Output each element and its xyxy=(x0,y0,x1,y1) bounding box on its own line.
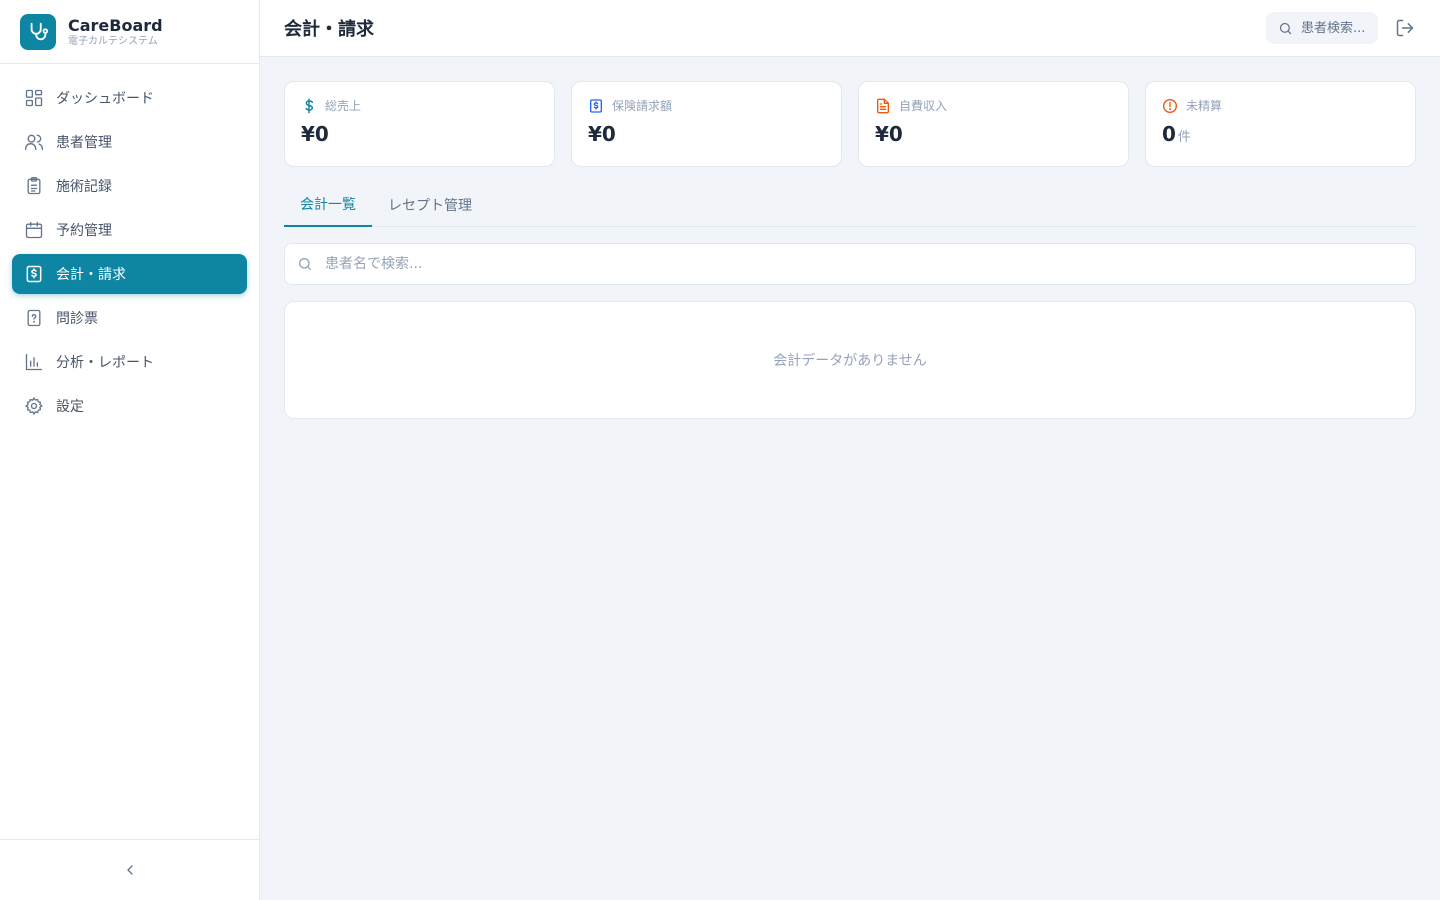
stat-label: 未精算 xyxy=(1186,99,1223,113)
sidebar-item-dashboard[interactable]: ダッシュボード xyxy=(12,78,247,118)
stethoscope-icon xyxy=(20,13,56,50)
logout-button[interactable] xyxy=(1394,17,1416,39)
stat-value: ¥0 xyxy=(875,122,903,146)
page-title: 会計・請求 xyxy=(284,19,374,40)
sidebar-nav: ダッシュボード 患者管理 施術記録 予約管理 会計・請求 問診票 分析・レポート… xyxy=(0,64,259,426)
sidebar-item-label: 予約管理 xyxy=(56,223,112,239)
header-search[interactable] xyxy=(1266,12,1378,44)
stats-cards: 総売上 ¥0 保険請求額 ¥0 自費収入 ¥0 未精算 0 件 xyxy=(284,81,1416,167)
top-header: 会計・請求 xyxy=(260,0,1440,57)
users-icon xyxy=(25,134,43,151)
stat-card-insurance-claims: 保険請求額 ¥0 xyxy=(571,81,842,167)
sidebar-item-analytics[interactable]: 分析・レポート xyxy=(12,342,247,382)
sidebar: CareBoard 電子カルテシステム ダッシュボード 患者管理 施術記録 予約… xyxy=(0,0,260,900)
sidebar-item-patients[interactable]: 患者管理 xyxy=(12,122,247,162)
stat-label: 総売上 xyxy=(325,99,362,113)
dashboard-icon xyxy=(25,89,43,107)
stat-card-total-sales: 総売上 ¥0 xyxy=(284,81,555,167)
chevron-left-icon xyxy=(126,865,133,875)
stat-label: 自費収入 xyxy=(899,99,948,113)
sidebar-item-label: ダッシュボード xyxy=(56,91,154,107)
sidebar-item-questionnaire[interactable]: 問診票 xyxy=(12,298,247,338)
stat-value: ¥0 xyxy=(588,122,616,146)
header-search-input[interactable] xyxy=(1301,20,1373,36)
sidebar-item-label: 施術記録 xyxy=(56,179,112,195)
sidebar-item-label: 会計・請求 xyxy=(56,267,126,283)
sidebar-item-appointments[interactable]: 予約管理 xyxy=(12,210,247,250)
alert-circle-icon xyxy=(1163,98,1177,113)
brand-subtitle: 電子カルテシステム xyxy=(68,35,158,47)
sidebar-item-settings[interactable]: 設定 xyxy=(12,386,247,426)
stat-card-unsettled: 未精算 0件 xyxy=(1145,81,1416,167)
sidebar-item-records[interactable]: 施術記録 xyxy=(12,166,247,206)
patient-search[interactable] xyxy=(284,243,1416,285)
brand-name: CareBoard xyxy=(68,15,163,35)
billing-list-panel: 会計データがありません xyxy=(284,301,1416,419)
sidebar-item-label: 患者管理 xyxy=(56,135,112,151)
billing-tabs: 会計一覧 レセプト管理 xyxy=(284,183,1416,227)
tab-receipt-management[interactable]: レセプト管理 xyxy=(372,183,488,227)
receipt-icon xyxy=(590,98,602,113)
receipt-dollar-icon xyxy=(26,265,42,283)
sidebar-item-billing[interactable]: 会計・請求 xyxy=(12,254,247,294)
dollar-icon xyxy=(305,98,314,113)
patient-search-input[interactable] xyxy=(325,256,1415,272)
stat-card-self-pay: 自費収入 ¥0 xyxy=(858,81,1129,167)
sidebar-collapse-button[interactable] xyxy=(0,839,259,900)
sidebar-item-label: 問診票 xyxy=(56,311,98,327)
calendar-icon xyxy=(25,221,43,239)
bar-chart-icon xyxy=(25,353,43,371)
stat-unit: 件 xyxy=(1177,130,1191,145)
stat-value: ¥0 xyxy=(301,122,329,146)
stat-value: 0 xyxy=(1162,122,1176,146)
document-icon xyxy=(877,98,889,113)
empty-state-message: 会計データがありません xyxy=(773,353,927,369)
search-icon xyxy=(1279,22,1292,34)
sidebar-item-label: 設定 xyxy=(56,399,84,415)
brand: CareBoard 電子カルテシステム xyxy=(0,0,259,64)
question-file-icon xyxy=(27,309,41,327)
sidebar-item-label: 分析・レポート xyxy=(56,355,154,371)
logout-icon xyxy=(1396,19,1414,37)
gear-icon xyxy=(24,396,43,416)
search-icon xyxy=(299,258,311,270)
clipboard-list-icon xyxy=(27,177,41,195)
main-content: 総売上 ¥0 保険請求額 ¥0 自費収入 ¥0 未精算 0 件 会計一覧 レセプ… xyxy=(284,81,1416,419)
tab-billing-list[interactable]: 会計一覧 xyxy=(284,183,372,227)
stat-label: 保険請求額 xyxy=(612,99,673,113)
